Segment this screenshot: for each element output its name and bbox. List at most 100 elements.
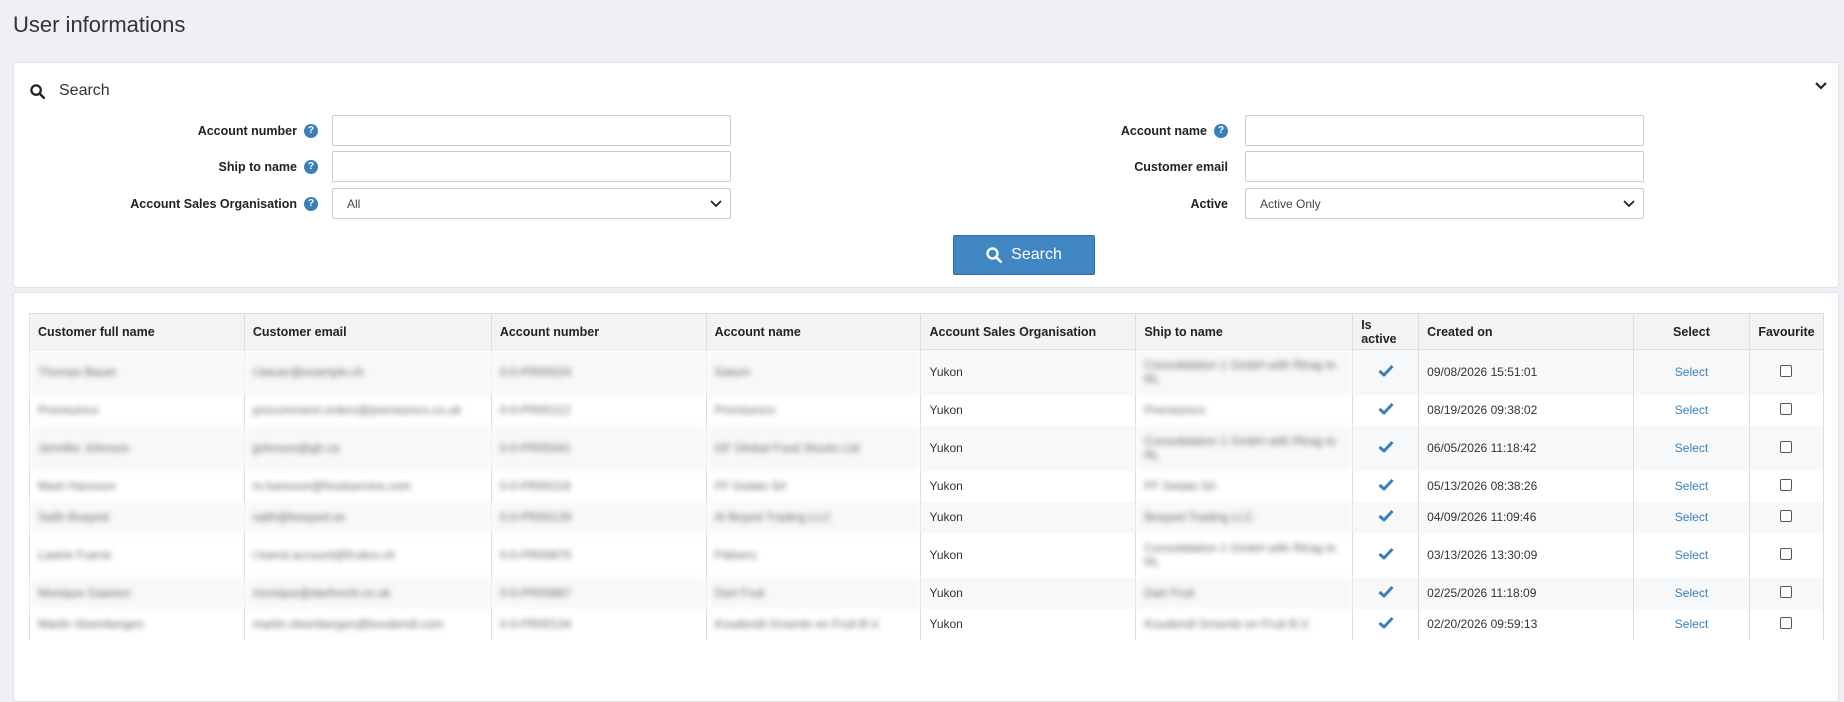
page-title: User informations [13,12,186,37]
cell-ship-to-name: Consolidation 1 GmbH with Rtrag to RL [1135,425,1354,471]
help-icon[interactable]: ? [304,160,318,174]
cell-account-number: 0-0-PR00134 [490,608,707,640]
sales-org-select[interactable]: All [332,188,731,219]
favourite-checkbox[interactable] [1780,402,1793,415]
cell-account-number: 0-0-PR00024 [490,349,707,395]
check-icon [1378,547,1394,560]
cell-account-name: Saturn [705,349,922,395]
cell-sales-org: Yukon [920,532,1137,578]
search-panel-title: Search [59,82,110,99]
favourite-checkbox[interactable] [1780,364,1793,377]
help-icon[interactable]: ? [304,197,318,211]
favourite-checkbox[interactable] [1780,547,1793,560]
search-panel-header[interactable]: Search [30,79,110,103]
active-select[interactable]: Active Only [1245,188,1644,219]
cell-customer-email: l.fuerst.account@fruitco.ch [243,532,492,578]
cell-favourite [1748,577,1825,609]
favourite-checkbox[interactable] [1780,509,1793,522]
cell-account-name: GF Global Food Stocks Ltd [705,425,922,471]
ship-to-name-input[interactable] [332,151,731,182]
table-row: Monique Gaarton monique@darfrecht.co.uk 0-… [29,577,1825,609]
active-label: Active [1190,197,1228,211]
cell-sales-org: Yukon [920,608,1137,640]
cell-created-on: 02/25/2026 11:18:09 [1418,577,1635,609]
cell-created-on: 03/13/2026 13:30:09 [1418,532,1635,578]
favourite-checkbox[interactable] [1780,616,1793,629]
cell-customer-full-name: Monique Gaarton [29,577,245,609]
cell-favourite [1748,394,1825,426]
cell-customer-full-name: Premiumco [29,394,245,426]
customer-email-input[interactable] [1245,151,1644,182]
results-table: Customer full name Customer email Accoun… [29,313,1825,640]
cell-favourite [1748,470,1825,502]
cell-customer-email: t.bauer@example.ch [243,349,492,395]
favourite-checkbox[interactable] [1780,585,1793,598]
select-link[interactable]: Select [1633,470,1750,502]
check-icon [1378,509,1394,522]
check-icon [1378,402,1394,415]
col-account-number[interactable]: Account number [490,313,707,350]
favourite-checkbox[interactable] [1780,478,1793,491]
cell-customer-email: m.hansson@foodservice.com [243,470,492,502]
cell-account-name: Dart Fruit [705,577,922,609]
col-account-name[interactable]: Account name [705,313,922,350]
select-link[interactable]: Select [1633,425,1750,471]
col-sales-org[interactable]: Account Sales Organisation [920,313,1137,350]
customer-email-label: Customer email [1134,160,1228,174]
cell-is-active [1352,470,1420,502]
results-panel: Customer full name Customer email Accoun… [13,292,1839,702]
select-link[interactable]: Select [1633,349,1750,395]
cell-favourite [1748,425,1825,471]
cell-customer-full-name: Mark Hansson [29,470,245,502]
cell-ship-to-name: Consolidation 1 GmbH with Rtrag to RL [1135,532,1354,578]
select-link[interactable]: Select [1633,532,1750,578]
cell-customer-email: monique@darfrecht.co.uk [243,577,492,609]
account-name-label: Account name ? [974,116,1228,146]
cell-favourite [1748,608,1825,640]
cell-sales-org: Yukon [920,501,1137,533]
account-name-input[interactable] [1245,115,1644,146]
col-ship-to-name[interactable]: Ship to name [1135,313,1354,350]
col-select: Select [1633,313,1750,350]
search-icon [986,247,1003,263]
col-is-active[interactable]: Is active [1352,313,1420,350]
cell-is-active [1352,349,1420,395]
help-icon[interactable]: ? [1214,124,1228,138]
cell-account-number: 0-0-PR00119 [490,470,707,502]
cell-favourite [1748,349,1825,395]
cell-customer-email: salih@boayed.se [243,501,492,533]
cell-account-number: 0-0-PR00341 [490,425,707,471]
col-customer-email[interactable]: Customer email [243,313,492,350]
select-link[interactable]: Select [1633,394,1750,426]
select-link[interactable]: Select [1633,577,1750,609]
chevron-down-icon [1623,199,1635,207]
cell-account-name: FF Gelato Srl [705,470,922,502]
cell-sales-org: Yukon [920,577,1137,609]
cell-customer-full-name: Thomas Bauer [29,349,245,395]
col-created-on[interactable]: Created on [1418,313,1635,350]
cell-ship-to-name: Koudendl Groente en Fruit B.V. [1135,608,1354,640]
cell-account-number: 0-0-PR00112 [490,394,707,426]
table-row: Martin Steenbergen martin.steenbergen@kou… [29,608,1825,640]
cell-account-name: Premiumco [705,394,922,426]
cell-customer-email: martin.steenbergen@koudendl.com [243,608,492,640]
cell-created-on: 04/09/2026 11:09:46 [1418,501,1635,533]
check-icon [1378,440,1394,453]
search-button[interactable]: Search [953,235,1095,275]
cell-is-active [1352,532,1420,578]
col-customer-full-name[interactable]: Customer full name [29,313,245,350]
cell-account-number: 0-0-PR00870 [490,532,707,578]
select-link[interactable]: Select [1633,608,1750,640]
cell-account-number: 0-0-PR00129 [490,501,707,533]
select-link[interactable]: Select [1633,501,1750,533]
cell-sales-org: Yukon [920,470,1137,502]
help-icon[interactable]: ? [304,124,318,138]
cell-customer-email: procurement.orders@premiumco.co.uk [243,394,492,426]
cell-customer-email: jjohnson@gh.ca [243,425,492,471]
chevron-down-icon[interactable] [1814,81,1828,91]
table-header-row: Customer full name Customer email Accoun… [29,313,1825,350]
favourite-checkbox[interactable] [1780,440,1793,453]
account-number-input[interactable] [332,115,731,146]
cell-ship-to-name: Dart Fruit [1135,577,1354,609]
cell-ship-to-name: Premiumco [1135,394,1354,426]
